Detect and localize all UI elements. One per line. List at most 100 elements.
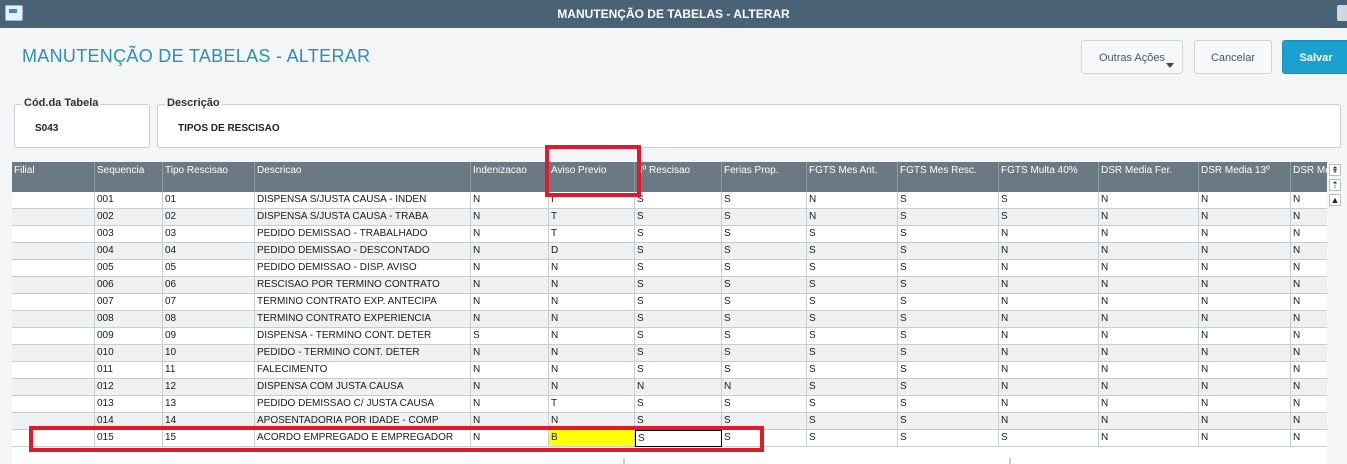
table-cell[interactable]: N — [722, 379, 807, 396]
table-cell[interactable]: S — [722, 209, 807, 226]
table-row[interactable]: 015 15 ACORDO EMPREGADO E EMPREGADOR N B S S S S… — [12, 430, 1327, 447]
table-cell[interactable]: N — [999, 345, 1099, 362]
page-up-icon[interactable]: ⇡ — [1329, 179, 1341, 191]
table-cell[interactable]: N — [999, 328, 1099, 345]
table-cell[interactable]: N — [471, 277, 549, 294]
table-cell[interactable] — [12, 430, 95, 447]
table-cell[interactable]: N — [471, 396, 549, 413]
table-cell[interactable]: N — [549, 311, 635, 328]
table-cell[interactable]: N — [549, 260, 635, 277]
table-cell[interactable]: N — [471, 209, 549, 226]
table-cell[interactable]: 001 — [95, 192, 163, 209]
table-cell[interactable]: N — [1199, 413, 1291, 430]
table-row[interactable]: 012 12 DISPENSA COM JUSTA CAUSA N N N N S S N N N N — [12, 379, 1327, 396]
table-cell[interactable]: N — [549, 294, 635, 311]
table-row[interactable]: 011 11 FALECIMENTO N N S S S S N N N N — [12, 362, 1327, 379]
column-header[interactable]: FGTS Multa 40% — [999, 162, 1099, 192]
table-cell[interactable]: N — [1199, 260, 1291, 277]
table-description-field[interactable]: Descrição TIPOS DE RESCISAO — [157, 97, 1341, 148]
table-cell[interactable]: S — [898, 243, 999, 260]
table-cell[interactable]: S — [898, 277, 999, 294]
table-cell[interactable]: S — [635, 328, 722, 345]
table-cell[interactable]: N — [549, 413, 635, 430]
column-header[interactable]: Aviso Previo — [549, 162, 635, 192]
table-row[interactable]: 014 14 APOSENTADORIA POR IDADE - COMP N N S S S… — [12, 413, 1327, 430]
table-cell[interactable]: S — [722, 345, 807, 362]
table-cell[interactable]: S — [807, 260, 898, 277]
table-cell[interactable]: 07 — [163, 294, 255, 311]
table-cell[interactable]: N — [549, 328, 635, 345]
table-cell[interactable]: N — [1199, 294, 1291, 311]
window-control-button[interactable] — [1337, 5, 1347, 21]
table-cell[interactable]: N — [1199, 345, 1291, 362]
table-cell[interactable]: S — [898, 260, 999, 277]
table-row[interactable]: 002 02 DISPENSA S/JUSTA CAUSA - TRABA N T S S N… — [12, 209, 1327, 226]
table-cell[interactable]: S — [898, 345, 999, 362]
table-cell[interactable]: N — [1291, 379, 1327, 396]
table-cell[interactable]: 12 — [163, 379, 255, 396]
table-cell[interactable]: 009 — [95, 328, 163, 345]
table-cell[interactable]: S — [635, 345, 722, 362]
table-cell[interactable]: S — [807, 396, 898, 413]
table-cell[interactable]: N — [999, 260, 1099, 277]
table-cell[interactable]: DISPENSA - TERMINO CONT. DETER — [255, 328, 471, 345]
table-cell[interactable]: 09 — [163, 328, 255, 345]
table-cell[interactable]: S — [999, 209, 1099, 226]
table-cell[interactable]: N — [999, 226, 1099, 243]
table-cell[interactable]: S — [898, 413, 999, 430]
column-header[interactable]: Descricao — [255, 162, 471, 192]
table-cell[interactable]: S — [635, 260, 722, 277]
table-cell[interactable]: I — [549, 192, 635, 209]
table-cell[interactable]: N — [1199, 379, 1291, 396]
data-grid[interactable]: Filial Sequencia Tipo Rescisao Descricao Ind… — [12, 162, 1327, 464]
table-cell[interactable]: T — [549, 396, 635, 413]
table-cell[interactable]: TERMINO CONTRATO EXP. ANTECIPA — [255, 294, 471, 311]
table-cell[interactable]: N — [1099, 328, 1199, 345]
table-cell[interactable]: S — [722, 294, 807, 311]
table-cell[interactable]: N — [1099, 192, 1199, 209]
table-cell[interactable]: DISPENSA S/JUSTA CAUSA - TRABA — [255, 209, 471, 226]
table-cell[interactable] — [12, 413, 95, 430]
table-cell[interactable]: N — [1291, 209, 1327, 226]
table-cell[interactable]: N — [1291, 413, 1327, 430]
table-cell[interactable]: N — [549, 379, 635, 396]
table-cell[interactable]: 14 — [163, 413, 255, 430]
table-cell[interactable]: N — [1099, 430, 1199, 447]
table-cell[interactable] — [12, 243, 95, 260]
table-cell[interactable]: N — [471, 294, 549, 311]
table-cell[interactable] — [12, 379, 95, 396]
table-cell[interactable]: S — [807, 413, 898, 430]
table-cell[interactable]: 11 — [163, 362, 255, 379]
table-cell[interactable] — [12, 396, 95, 413]
table-cell[interactable]: N — [1291, 328, 1327, 345]
table-cell[interactable]: S — [635, 209, 722, 226]
table-cell[interactable]: 012 — [95, 379, 163, 396]
table-cell[interactable]: N — [807, 209, 898, 226]
table-cell[interactable]: N — [635, 379, 722, 396]
table-cell[interactable]: S — [898, 328, 999, 345]
table-row[interactable]: 008 08 TERMINO CONTRATO EXPERIENCIA N N S S S S N… — [12, 311, 1327, 328]
table-row[interactable]: 009 09 DISPENSA - TERMINO CONT. DETER S N S S S… — [12, 328, 1327, 345]
table-cell[interactable]: N — [471, 260, 549, 277]
table-cell[interactable]: N — [1291, 243, 1327, 260]
grid-vertical-scrollbar[interactable]: ⇞ ⇡ ▲ — [1327, 162, 1345, 464]
table-cell[interactable]: N — [1291, 396, 1327, 413]
table-cell[interactable]: 004 — [95, 243, 163, 260]
table-cell[interactable]: N — [1291, 294, 1327, 311]
table-cell[interactable]: N — [1291, 430, 1327, 447]
table-cell[interactable]: N — [1291, 362, 1327, 379]
table-cell[interactable]: S — [807, 277, 898, 294]
table-cell[interactable]: S — [722, 277, 807, 294]
table-cell[interactable]: S — [635, 362, 722, 379]
table-cell[interactable]: 02 — [163, 209, 255, 226]
table-cell[interactable]: N — [1099, 396, 1199, 413]
table-cell[interactable]: N — [1099, 413, 1199, 430]
column-header[interactable]: Tipo Rescisao — [163, 162, 255, 192]
table-cell[interactable]: N — [999, 311, 1099, 328]
table-cell[interactable]: B — [549, 430, 635, 447]
table-cell[interactable]: 10 — [163, 345, 255, 362]
table-cell[interactable]: N — [1199, 277, 1291, 294]
table-cell[interactable]: 03 — [163, 226, 255, 243]
table-cell[interactable]: N — [1199, 243, 1291, 260]
column-header[interactable]: Filial — [12, 162, 95, 192]
